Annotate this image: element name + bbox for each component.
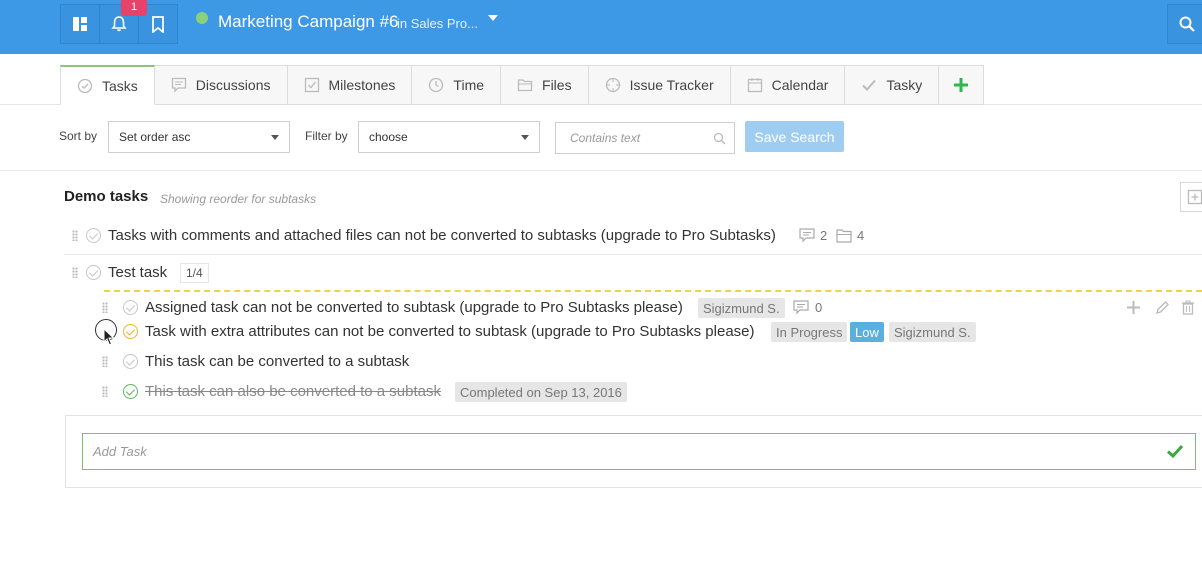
filter-select-value: choose <box>369 130 408 144</box>
subtask-title[interactable]: This task can also be converted to a sub… <box>145 383 441 400</box>
calendar-icon <box>747 78 762 93</box>
checkmark-icon <box>862 79 877 91</box>
tab-bar: Tasks Discussions Milestones Time Files … <box>60 65 985 105</box>
comment-icon <box>793 300 809 315</box>
subtask-title[interactable]: This task can be converted to a subtask <box>145 353 409 370</box>
tab-calendar[interactable]: Calendar <box>730 65 846 105</box>
tab-issue-tracker[interactable]: Issue Tracker <box>588 65 731 105</box>
drag-handle[interactable] <box>102 356 108 367</box>
project-subtitle[interactable]: in Sales Pro... <box>397 16 478 31</box>
priority-badge[interactable]: Low <box>850 322 884 342</box>
comment-count: 2 <box>820 228 828 243</box>
filter-select[interactable]: choose <box>358 121 540 153</box>
chevron-down-icon <box>271 135 279 140</box>
text-search-input[interactable]: Contains text <box>555 122 735 154</box>
tab-label: Issue Tracker <box>629 77 714 93</box>
add-tab-button[interactable] <box>939 65 985 105</box>
assignee-badge[interactable]: Sigizmund S. <box>889 322 976 342</box>
search-button[interactable] <box>1167 4 1202 44</box>
completed-badge: Completed on Sep 13, 2016 <box>455 382 627 402</box>
tab-label: Tasks <box>102 77 138 94</box>
row-divider <box>64 254 1202 255</box>
tab-label: Time <box>453 77 485 93</box>
add-box-icon <box>1187 189 1202 205</box>
dashboard-button[interactable] <box>60 4 100 44</box>
tab-discussions[interactable]: Discussions <box>154 65 288 105</box>
check-circle-icon <box>77 78 93 93</box>
comment-icon <box>799 228 815 243</box>
tab-label: Tasky <box>886 77 923 93</box>
crosshair-icon <box>605 77 620 93</box>
drag-handle[interactable] <box>72 230 78 241</box>
search-icon <box>713 132 726 145</box>
checkbox-icon <box>304 77 319 93</box>
pencil-icon[interactable] <box>1155 300 1170 315</box>
subtask-checkbox[interactable] <box>123 354 138 369</box>
drag-handle[interactable] <box>102 386 108 397</box>
clock-icon <box>429 77 444 93</box>
submit-check-icon[interactable] <box>1166 443 1184 459</box>
task-title[interactable]: Test task <box>108 264 167 281</box>
chevron-down-icon[interactable] <box>488 15 498 21</box>
tab-label: Discussions <box>195 77 271 93</box>
add-task-input[interactable]: Add Task <box>82 433 1196 470</box>
subtask-progress: 1/4 <box>180 263 209 283</box>
folder-icon <box>836 229 852 243</box>
chevron-down-icon <box>521 135 529 140</box>
subtask-title[interactable]: Assigned task can not be converted to su… <box>145 299 683 316</box>
task-checkbox[interactable] <box>86 265 101 280</box>
status-badge[interactable]: In Progress <box>771 322 848 342</box>
task-list-title: Demo tasks <box>64 188 149 205</box>
folder-icon <box>517 79 533 92</box>
project-status-dot <box>196 12 208 24</box>
search-icon <box>1179 16 1195 32</box>
tab-time[interactable]: Time <box>412 65 502 105</box>
mouse-pointer-icon <box>103 328 115 346</box>
tab-label: Files <box>542 77 572 93</box>
tab-tasks[interactable]: Tasks <box>60 65 155 105</box>
tab-milestones[interactable]: Milestones <box>287 65 413 105</box>
search-placeholder: Contains text <box>570 131 641 145</box>
assignee-badge[interactable]: Sigizmund S. <box>698 298 785 318</box>
add-list-button[interactable] <box>1180 182 1202 212</box>
drag-handle[interactable] <box>72 267 78 278</box>
save-search-button[interactable]: Save Search <box>745 121 844 152</box>
tab-label: Milestones <box>328 77 396 93</box>
task-title[interactable]: Tasks with comments and attached files c… <box>108 227 776 244</box>
comment-count: 0 <box>815 300 823 315</box>
bell-icon <box>111 16 127 32</box>
trash-icon[interactable] <box>1181 300 1195 315</box>
file-count: 4 <box>857 228 865 243</box>
notification-badge: 1 <box>121 0 147 16</box>
subtask-checkbox[interactable] <box>123 384 138 399</box>
top-bar: 1 Marketing Campaign #6 in Sales Pro... <box>0 0 1202 54</box>
dashboard-icon <box>73 17 87 31</box>
filter-divider <box>0 170 1202 171</box>
subtask-title[interactable]: Task with extra attributes can not be co… <box>145 323 755 340</box>
chat-icon <box>171 77 186 93</box>
sort-label: Sort by <box>59 129 98 143</box>
plus-icon <box>954 78 969 92</box>
subtask-checkbox[interactable] <box>123 324 138 339</box>
add-icon[interactable] <box>1126 300 1141 315</box>
subtask-checkbox[interactable] <box>123 300 138 315</box>
project-title[interactable]: Marketing Campaign #6 <box>218 12 398 32</box>
filter-label: Filter by <box>305 129 348 143</box>
bookmark-icon <box>152 15 164 33</box>
task-checkbox[interactable] <box>86 228 101 243</box>
sort-select[interactable]: Set order asc <box>108 121 290 153</box>
drag-handle[interactable] <box>102 302 108 313</box>
add-task-placeholder: Add Task <box>93 444 147 459</box>
tab-files[interactable]: Files <box>501 65 589 105</box>
task-list-subtitle: Showing reorder for subtasks <box>160 192 317 206</box>
tab-tasky[interactable]: Tasky <box>845 65 940 105</box>
sort-select-value: Set order asc <box>119 130 191 144</box>
tab-label: Calendar <box>771 77 829 93</box>
drop-indicator <box>104 290 1202 292</box>
